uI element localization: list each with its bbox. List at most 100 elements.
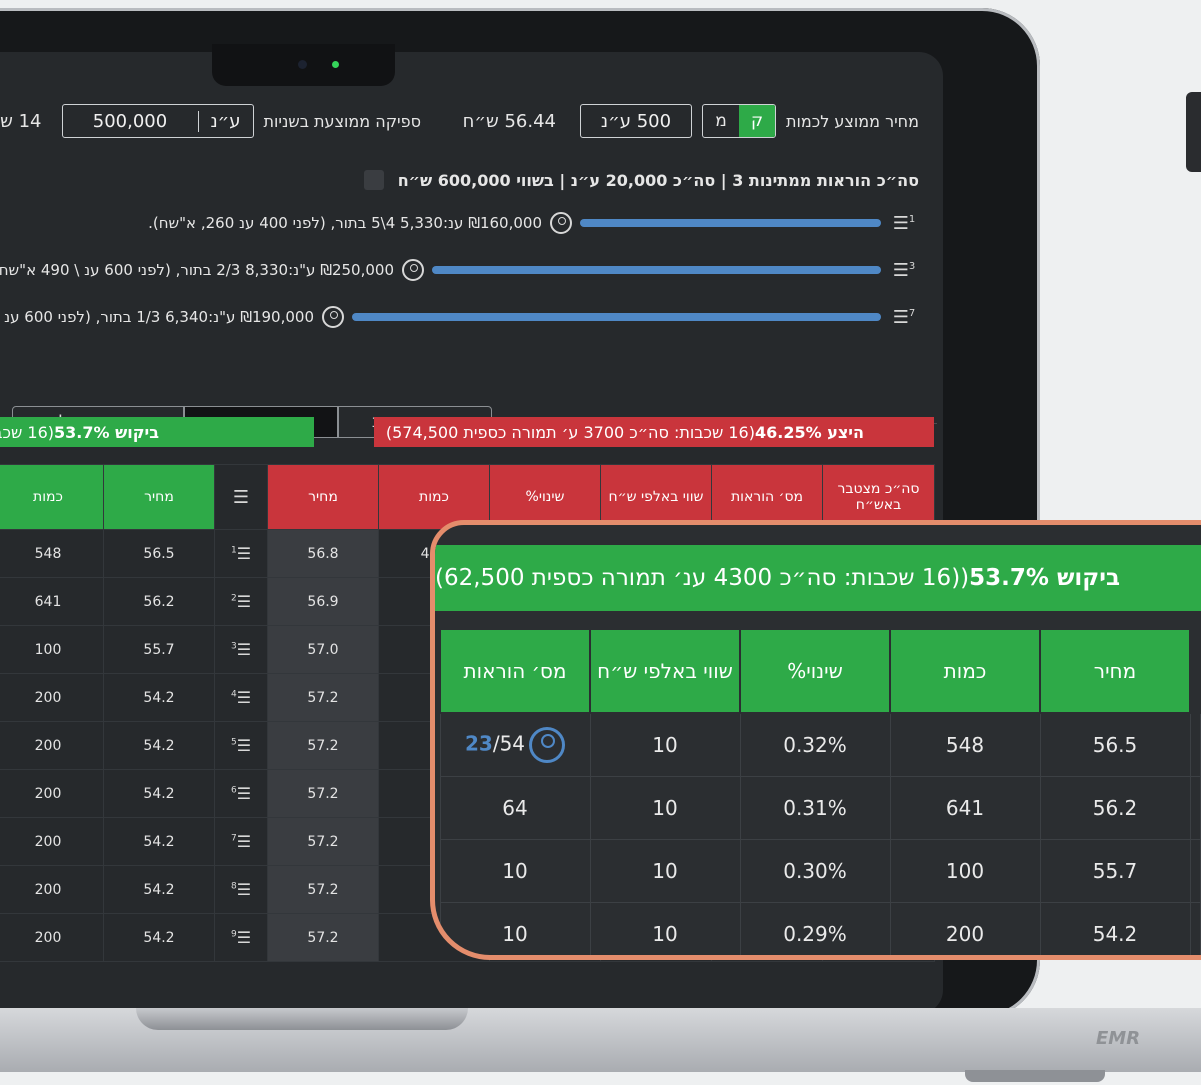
bid-price-cell: 54.2 [103,817,215,866]
zoom-value-cell: 10 [589,839,741,903]
bid-header: ביקוש 53.7% (16 שכבות: סה״ [0,417,314,447]
pending-summary: סה״כ הוראות ממתינות 3 | סה״כ 20,000 ע״נ … [397,170,919,190]
zoom-change-cell: 0.32% [739,712,891,777]
collapse-icon[interactable] [363,170,384,190]
level-stack-icon: 2☰ [230,592,252,611]
level-stack-icon: 1☰ [230,544,252,563]
level-number: 6 [230,785,237,796]
ask-col-price: מחיר [267,464,379,530]
bid-qty-cell: 100 [0,625,104,674]
table-row[interactable]: 23/54 10 0.32% 548 56.5 [439,712,1201,777]
layers-col: ☰ [214,464,268,530]
pending-order-row[interactable]: 1☰ ₪160,000 ענ:5,330 4\5 בתור, (לפני 400 … [148,212,919,234]
offer-header: היצע 46.25% (16 שכבות: סה״כ 3700 ע׳ תמור… [374,417,934,447]
zoom-qty-cell: 100 [889,839,1041,903]
offer-header-pct: היצע 46.25% [754,422,864,442]
bid-qty-cell: 200 [0,913,104,962]
zoom-col-price: מחיר [1039,628,1191,714]
pending-summary-row: סה״כ הוראות ממתינות 3 | סה״כ 20,000 ע״נ … [363,170,919,190]
pending-order-text: ₪190,000 ע"נ:6,340 1/3 בתור, (לפני 600 ע… [0,308,314,326]
unit-toggle-m[interactable]: מ [703,105,739,137]
bid-price-cell: 54.2 [103,721,215,770]
bid-price-cell: 54.2 [103,769,215,818]
camera-icon [298,60,307,69]
level-cell: 3☰ [214,625,268,674]
level-stack-icon: 8☰ [230,880,252,899]
bid-price-cell: 55.7 [103,625,215,674]
queue-rank-icon: 7☰ [892,306,916,328]
level-cell: 8☰ [214,865,268,914]
zoom-value-cell: 10 [589,712,741,777]
laptop-groove [136,1008,468,1030]
zoom-price-cell: 56.2 [1039,776,1191,840]
my-order-icon[interactable] [529,727,566,763]
queue-progress-bar [432,266,881,274]
zoom-orders-cell: 23/54 [439,712,591,777]
pending-order-text: ₪160,000 ענ:5,330 4\5 בתור, (לפני 400 ענ… [148,214,542,232]
bid-price-cell: 56.5 [103,529,215,578]
ask-price-cell: 57.2 [267,673,379,722]
bid-price-cell: 54.2 [103,913,215,962]
zoom-price-cell: 56.5 [1039,712,1191,777]
zoom-col-change: %שינוי [739,628,891,714]
zoom-value-cell: 10 [589,776,741,840]
level-number: 8 [230,881,237,892]
level-stack-icon: 4☰ [230,688,252,707]
zoom-value-cell: 10 [589,902,741,955]
zoom-edge-cell [1189,839,1201,903]
ask-price-cell: 56.8 [267,529,379,578]
queue-progress-bar [580,219,881,227]
bid-price-cell: 54.2 [103,673,215,722]
table-row[interactable]: 64 10 0.31% 641 56.2 [439,776,1201,840]
bid-qty-cell: 200 [0,865,104,914]
ask-price-cell: 57.2 [267,817,379,866]
unit-toggle-k[interactable]: ק [739,105,775,137]
bid-qty-cell: 200 [0,721,104,770]
level-number: 3 [230,641,237,652]
unit-toggle[interactable]: ק מ [702,104,776,138]
table-row[interactable]: 10 10 0.30% 100 55.7 [439,839,1201,903]
bid-price-cell: 56.2 [103,577,215,626]
supply-value: 500,000 [92,110,168,132]
zoom-qty-cell: 548 [889,712,1041,777]
zoom-callout: ביקוש 53.7% ((16 שכבות: סה״כ 4300 ענ׳ תמ… [430,520,1201,960]
user-icon [322,306,344,328]
bid-qty-cell: 548 [0,529,104,578]
bid-col-qty: כמות [0,464,104,530]
my-order-position: 23 [464,731,493,756]
bid-qty-cell: 200 [0,769,104,818]
zoom-change-cell: 0.29% [739,902,891,955]
bid-price-cell: 54.2 [103,865,215,914]
zoom-edge-cell [1189,712,1201,777]
table-row[interactable]: 10 10 0.29% 200 54.2 [439,902,1201,955]
supply-control: ספיקה ממוצעת בשניות ע״נ 500,000 14 ש׳ [0,104,421,138]
ask-price-cell: 56.9 [267,577,379,626]
level-cell: 4☰ [214,673,268,722]
queue-rank-icon: 3☰ [892,259,916,281]
pending-order-text: ₪250,000 ע"נ:8,330 2/3 בתור, (לפני 600 ע… [0,261,394,279]
bid-qty-cell: 641 [0,577,104,626]
user-icon [402,259,424,281]
level-stack-icon: 5☰ [230,736,252,755]
level-number: 2 [230,593,237,604]
zoom-orders-cell: 10 [439,902,591,955]
supply-input[interactable]: ע״נ 500,000 [61,104,254,138]
bid-qty-cell: 200 [0,673,104,722]
pending-order-row[interactable]: 3☰ ₪250,000 ע"נ:8,330 2/3 בתור, (לפני 600… [0,259,919,281]
ask-price-cell: 57.0 [267,625,379,674]
camera-led-icon [332,61,339,68]
level-cell: 7☰ [214,817,268,866]
avg-price-control: מחיר ממוצע לכמות ק מ 500 ע״נ 56.44 ש״ח [463,104,919,138]
offer-header-rest: (16 שכבות: סה״כ 3700 ע׳ תמורה כספית 574,… [385,422,755,442]
pending-order-row[interactable]: 7☰ ₪190,000 ע"נ:6,340 1/3 בתור, (לפני 600… [0,306,919,328]
camera-notch [212,44,395,86]
zoom-price-cell: 55.7 [1039,839,1191,903]
queue-progress-bar [352,313,881,321]
quantity-input[interactable]: 500 ע״נ [580,104,692,138]
level-cell: 5☰ [214,721,268,770]
supply-extra: 14 ש׳ [0,110,42,132]
level-number: 7 [230,833,237,844]
brand-logo: EMR [1096,1028,1141,1049]
avg-price-label: מחיר ממוצע לכמות [786,111,919,131]
total-orders: /54 [492,731,526,756]
